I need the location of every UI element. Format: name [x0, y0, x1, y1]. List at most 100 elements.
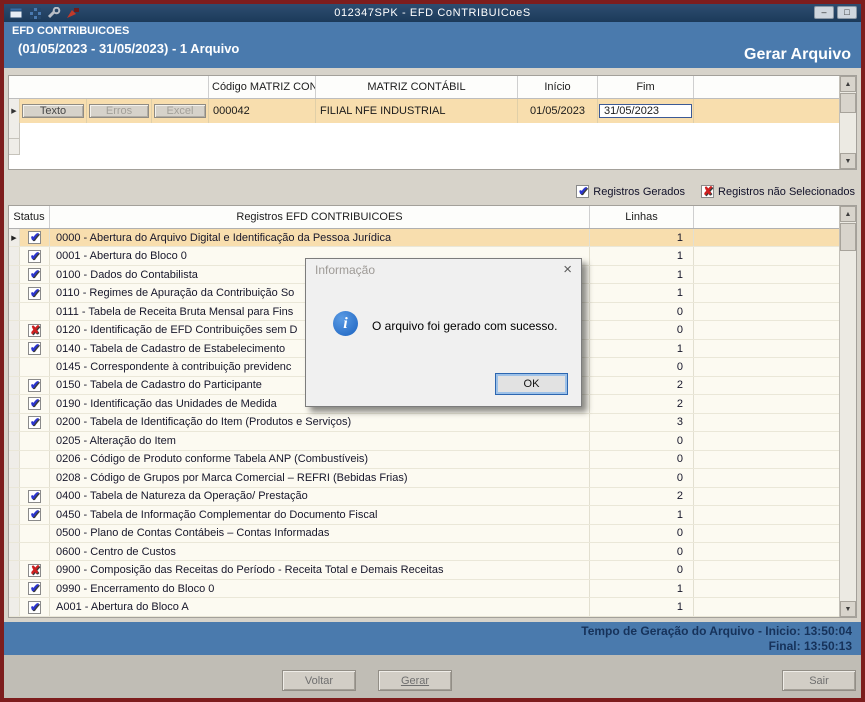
row-selector	[9, 339, 20, 358]
table-row[interactable]: 0206 - Código de Produto conforme Tabela…	[9, 450, 839, 470]
status-cell	[20, 450, 50, 469]
table-row[interactable]: 0400 - Tabela de Natureza da Operação/ P…	[9, 487, 839, 507]
column-header-codigo[interactable]: Código MATRIZ CONTÁBIL	[209, 76, 316, 98]
legend-generated: Registros Gerados	[576, 184, 686, 198]
fim-editor[interactable]: 31/05/2023	[599, 104, 692, 118]
record-lines: 1	[590, 579, 694, 598]
table-row[interactable]: 0205 - Alteração do Item 0	[9, 432, 839, 451]
records-grid-header: Status Registros EFD CONTRIBUICOES Linha…	[9, 206, 839, 229]
grid-icon[interactable]	[27, 6, 43, 20]
record-label: 0900 - Composição das Receitas do Períod…	[50, 561, 590, 579]
status-checkbox[interactable]	[28, 415, 41, 429]
record-label: 0450 - Tabela de Informação Complementar…	[50, 506, 590, 524]
table-row[interactable]: 0500 - Plano de Contas Contábeis – Conta…	[9, 524, 839, 543]
record-lines: 1	[590, 265, 694, 284]
header-filler	[694, 206, 839, 228]
status-checkbox[interactable]	[28, 378, 41, 392]
column-header-status[interactable]: Status	[9, 206, 50, 228]
file-grid-scrollbar[interactable]: ▲ ▼	[839, 76, 856, 169]
table-row[interactable]: 0450 - Tabela de Informação Complementar…	[9, 506, 839, 525]
row-filler	[694, 377, 839, 394]
status-cell	[20, 358, 50, 376]
status-cell	[20, 265, 50, 284]
row-selector	[9, 265, 20, 284]
scroll-up-icon[interactable]: ▲	[840, 76, 856, 92]
erros-button[interactable]: Erros	[89, 104, 149, 118]
record-lines: 0	[590, 524, 694, 542]
records-grid-scrollbar[interactable]: ▲ ▼	[839, 206, 856, 617]
titlebar: 012347SPK - EFD CoNTRIBUICoeS – □	[4, 4, 861, 22]
legend-not-selected-label: Registros não Selecionados	[718, 185, 855, 198]
table-row[interactable]: A001 - Abertura do Bloco A 1	[9, 598, 839, 617]
legend-generated-label: Registros Gerados	[593, 185, 686, 198]
table-row[interactable]: 0990 - Encerramento do Bloco 0 1	[9, 579, 839, 599]
column-header-fim[interactable]: Fim	[598, 76, 694, 98]
status-checkbox[interactable]	[28, 507, 41, 522]
texto-button[interactable]: Texto	[22, 104, 84, 118]
status-checkbox[interactable]	[28, 249, 41, 263]
row-selector	[9, 432, 20, 450]
scroll-thumb[interactable]	[840, 93, 856, 113]
row-filler	[694, 340, 839, 357]
scroll-up-icon[interactable]: ▲	[840, 206, 856, 222]
column-header-matriz[interactable]: MATRIZ CONTÁBIL	[316, 76, 518, 98]
status-checkbox[interactable]	[28, 581, 41, 596]
file-row[interactable]: ▶ Texto Erros Excel 000042 FILIAL NFE IN…	[9, 99, 839, 123]
table-row[interactable]: 0600 - Centro de Custos 0	[9, 542, 839, 562]
row-filler	[694, 543, 839, 560]
row-pointer-icon: ▶	[11, 234, 17, 242]
table-row[interactable]: 0200 - Tabela de Identificação do Item (…	[9, 413, 839, 433]
status-cell	[20, 284, 50, 302]
record-lines: 0	[590, 469, 694, 487]
scroll-down-icon[interactable]: ▼	[840, 601, 856, 617]
row-selector	[9, 542, 20, 561]
record-lines: 3	[590, 413, 694, 432]
row-selector	[9, 524, 20, 542]
brush-icon[interactable]	[65, 6, 81, 20]
column-header-registros[interactable]: Registros EFD CONTRIBUICOES	[50, 206, 590, 228]
table-row[interactable]: 0900 - Composição das Receitas do Períod…	[9, 561, 839, 580]
status-checkbox[interactable]	[28, 323, 41, 337]
matriz-cell: FILIAL NFE INDUSTRIAL	[316, 99, 518, 123]
status-checkbox[interactable]	[28, 267, 41, 282]
status-cell	[20, 432, 50, 450]
status-cell	[20, 561, 50, 579]
record-lines: 2	[590, 376, 694, 395]
row-filler	[694, 506, 839, 523]
status-checkbox[interactable]	[28, 230, 41, 245]
row-filler	[694, 358, 839, 375]
column-header-linhas[interactable]: Linhas	[590, 206, 694, 228]
record-lines: 1	[590, 598, 694, 616]
status-checkbox[interactable]	[28, 341, 41, 356]
window-icon[interactable]	[8, 6, 24, 20]
table-row[interactable]: ▶ 0000 - Abertura do Arquivo Digital e I…	[9, 229, 839, 248]
row-selector	[9, 469, 20, 487]
record-label: 0400 - Tabela de Natureza da Operação/ P…	[50, 487, 590, 506]
legend: Registros Gerados Registros não Selecion…	[576, 184, 855, 198]
close-icon[interactable]: ×	[563, 261, 572, 278]
maximize-button[interactable]: □	[837, 6, 857, 19]
footer: Voltar Gerar Sair	[4, 655, 861, 698]
scroll-thumb[interactable]	[840, 223, 856, 251]
record-label: 0500 - Plano de Contas Contábeis – Conta…	[50, 524, 590, 542]
sair-button[interactable]: Sair	[782, 670, 856, 691]
scroll-down-icon[interactable]: ▼	[840, 153, 856, 169]
status-checkbox[interactable]	[28, 600, 41, 614]
gerar-button[interactable]: Gerar	[378, 670, 452, 691]
row-selector	[9, 321, 20, 339]
status-checkbox[interactable]	[28, 563, 41, 577]
table-row[interactable]: 0208 - Código de Grupos por Marca Comerc…	[9, 469, 839, 488]
excel-button[interactable]: Excel	[154, 104, 206, 118]
ok-button[interactable]: OK	[495, 373, 568, 395]
record-lines: 1	[590, 506, 694, 524]
codigo-cell: 000042	[209, 99, 316, 123]
record-lines: 0	[590, 432, 694, 450]
minimize-button[interactable]: –	[814, 6, 834, 19]
status-checkbox[interactable]	[28, 489, 41, 503]
status-checkbox[interactable]	[28, 286, 41, 300]
status-checkbox[interactable]	[28, 396, 41, 411]
wrench-icon[interactable]	[46, 6, 62, 20]
column-header-inicio[interactable]: Início	[518, 76, 598, 98]
empty-row	[9, 123, 839, 139]
voltar-button[interactable]: Voltar	[282, 670, 356, 691]
